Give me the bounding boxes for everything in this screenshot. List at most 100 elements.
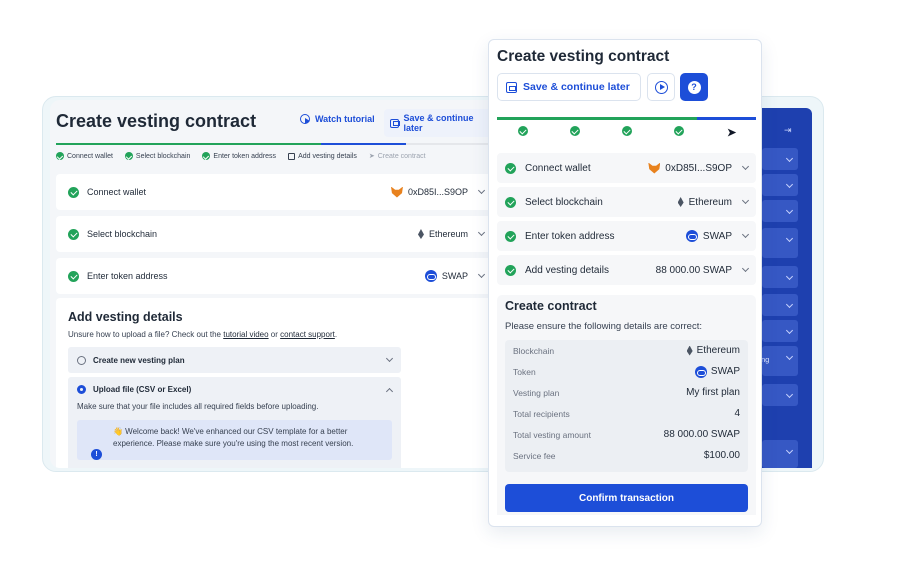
back-row-enter-token[interactable]: Enter token address SWAP xyxy=(56,258,495,294)
arrow-icon: ➤ xyxy=(368,153,375,160)
tutorial-video-link[interactable]: tutorial video xyxy=(223,330,268,339)
play-tutorial-button[interactable] xyxy=(647,73,675,101)
sidebar-item[interactable] xyxy=(762,174,798,196)
check-icon xyxy=(505,230,516,242)
row-label: Connect wallet xyxy=(525,162,591,174)
row-label: Connect wallet xyxy=(87,187,147,197)
sidebar-item[interactable]: ng xyxy=(761,346,798,376)
step-connect-wallet[interactable]: Connect wallet xyxy=(56,152,113,160)
sidebar-item[interactable] xyxy=(762,320,798,342)
chevron-down-icon xyxy=(477,270,486,279)
progress-current xyxy=(697,117,756,120)
calendar-icon xyxy=(288,152,296,160)
summary-label: Vesting plan xyxy=(513,387,560,398)
step-label: Connect wallet xyxy=(67,152,113,160)
upload-hint: Unsure how to upload a file? Check out t… xyxy=(68,330,484,339)
row-enter-token[interactable]: Enter token address SWAP xyxy=(497,221,756,251)
back-save-button[interactable]: Save & continue later xyxy=(384,109,495,137)
watch-tutorial-label: Watch tutorial xyxy=(315,114,375,124)
step-select-blockchain[interactable]: Select blockchain xyxy=(124,152,191,160)
summary-row: Service fee $100.00 xyxy=(513,445,740,466)
step-label: Add vesting details xyxy=(298,152,357,160)
step-label: Select blockchain xyxy=(135,152,191,160)
step-5-arrow-icon[interactable]: ➤ xyxy=(727,126,736,139)
save-icon xyxy=(506,81,517,93)
row-add-vesting[interactable]: Add vesting details 88 000.00 SWAP xyxy=(497,255,756,285)
sidebar-item[interactable] xyxy=(762,440,798,468)
back-row-select-blockchain[interactable]: Select blockchain Ethereum xyxy=(56,216,495,252)
hint-text: Unsure how to upload a file? Check out t… xyxy=(68,330,224,339)
save-continue-button[interactable]: Save & continue later xyxy=(497,73,641,101)
check-icon xyxy=(505,264,516,276)
option-description: Make sure that your file includes all re… xyxy=(77,402,319,411)
option-upload-file[interactable]: Upload file (CSV or Excel) Make sure tha… xyxy=(68,377,401,468)
hint-text: or xyxy=(268,330,281,339)
step-4-check-icon[interactable] xyxy=(674,126,684,136)
collapse-icon[interactable]: ⇥ xyxy=(784,125,792,136)
chevron-down-icon xyxy=(477,186,486,195)
summary-row: Total vesting amount 88 000.00 SWAP xyxy=(513,424,740,445)
chevron-down-icon xyxy=(741,196,750,205)
confirm-transaction-button[interactable]: Confirm transaction xyxy=(505,484,748,512)
step-enter-token[interactable]: Enter token address xyxy=(202,152,276,160)
section-subtitle: Please ensure the following details are … xyxy=(505,321,702,332)
chevron-down-icon xyxy=(741,264,750,273)
summary-value: My first plan xyxy=(686,387,740,398)
radio-button-selected[interactable] xyxy=(77,385,86,394)
contact-support-link[interactable]: contact support xyxy=(280,330,335,339)
row-value: SWAP xyxy=(441,271,468,281)
summary-label: Blockchain xyxy=(513,345,555,356)
progress-completed xyxy=(497,117,697,120)
summary-label: Total recipients xyxy=(513,408,570,419)
ethereum-icon xyxy=(686,345,693,356)
step-label: Create contract xyxy=(377,152,426,160)
sidebar-item[interactable] xyxy=(762,228,798,258)
ethereum-icon xyxy=(417,229,424,239)
welcome-banner: 👋 Welcome back! We've enhanced our CSV t… xyxy=(77,420,392,460)
option-label: Upload file (CSV or Excel) xyxy=(93,385,192,394)
chevron-up-icon xyxy=(385,387,394,395)
help-button[interactable]: ? xyxy=(680,73,708,101)
summary-row: Blockchain Ethereum xyxy=(513,340,740,361)
check-icon xyxy=(202,152,211,160)
back-row-connect-wallet[interactable]: Connect wallet 0xD85I...S9OP xyxy=(56,174,495,210)
section-title: Add vesting details xyxy=(68,310,183,324)
back-page-title: Create vesting contract xyxy=(56,111,257,131)
row-value: Ethereum xyxy=(688,196,732,208)
row-label: Select blockchain xyxy=(525,196,603,208)
step-add-vesting[interactable]: Add vesting details xyxy=(288,152,357,160)
section-title: Create contract xyxy=(505,299,597,313)
metamask-fox-icon xyxy=(390,186,403,198)
row-label: Add vesting details xyxy=(525,264,609,276)
row-select-blockchain[interactable]: Select blockchain Ethereum xyxy=(497,187,756,217)
row-value: 0xD85I...S9OP xyxy=(407,187,468,197)
check-icon xyxy=(505,196,516,208)
step-3-check-icon[interactable] xyxy=(622,126,632,136)
summary-label: Service fee xyxy=(513,450,556,461)
sidebar-item[interactable] xyxy=(762,200,798,222)
stepper: Connect wallet Select blockchain Enter t… xyxy=(56,152,426,160)
radio-button[interactable] xyxy=(77,355,86,365)
sidebar-item[interactable] xyxy=(762,148,798,170)
row-value: Ethereum xyxy=(428,229,468,239)
ethereum-icon xyxy=(677,197,684,207)
front-page-title: Create vesting contract xyxy=(497,48,670,65)
metamask-fox-icon xyxy=(648,162,661,174)
step-create-contract[interactable]: ➤ Create contract xyxy=(368,152,426,161)
step-1-check-icon[interactable] xyxy=(518,126,528,136)
stepper: ➤ xyxy=(497,126,756,140)
summary-value: 88 000.00 SWAP xyxy=(663,429,740,440)
summary-value: SWAP xyxy=(710,366,740,377)
progress-current xyxy=(321,143,406,145)
sidebar-item-label: ng xyxy=(761,355,770,364)
step-2-check-icon[interactable] xyxy=(570,126,580,136)
check-icon xyxy=(68,186,79,198)
option-create-plan[interactable]: Create new vesting plan xyxy=(68,347,401,373)
sidebar-item[interactable] xyxy=(762,266,798,288)
sidebar-item[interactable] xyxy=(762,384,798,406)
row-connect-wallet[interactable]: Connect wallet 0xD85I...S9OP xyxy=(497,153,756,183)
sidebar-item[interactable] xyxy=(762,294,798,316)
row-value: 0xD85I...S9OP xyxy=(665,162,732,174)
hint-text: . xyxy=(334,330,338,339)
watch-tutorial-button[interactable]: Watch tutorial xyxy=(300,114,375,124)
